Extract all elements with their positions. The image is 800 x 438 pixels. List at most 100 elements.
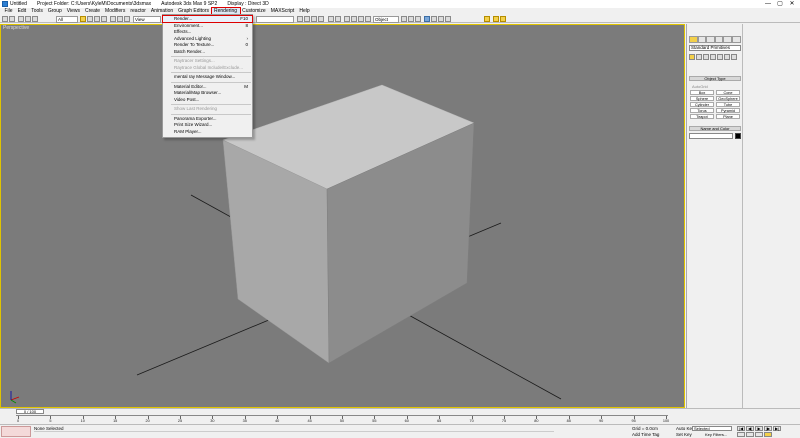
angle-snap-icon[interactable]: [304, 16, 310, 22]
time-slider[interactable]: 0 / 100: [16, 409, 44, 414]
select-scale-icon[interactable]: [124, 16, 130, 22]
menu-item-material-editor[interactable]: Material Editor... M: [163, 84, 252, 90]
xy-plane-icon[interactable]: [493, 16, 499, 22]
geosphere-button[interactable]: GeoSphere: [716, 96, 740, 101]
plane-button[interactable]: Plane: [716, 114, 740, 119]
menu-item-show-last-rendering[interactable]: Show Last Rendering: [163, 106, 252, 112]
menu-item-ram-player[interactable]: RAM Player...: [163, 129, 252, 135]
unlink-icon[interactable]: [25, 16, 31, 22]
spinner-snap-icon[interactable]: [318, 16, 324, 22]
menu-item-video-post[interactable]: Video Post...: [163, 97, 252, 103]
menu-item-print-size-wizard[interactable]: Print Size Wizard...: [163, 122, 252, 128]
modify-tab-icon[interactable]: [697, 36, 707, 43]
menu-item-render[interactable]: Render... F10: [162, 15, 253, 23]
redo-icon[interactable]: [9, 16, 15, 22]
menu-item-render-to-texture[interactable]: Render To Texture... 0: [163, 42, 252, 48]
menu-tools[interactable]: Tools: [29, 8, 46, 15]
motion-tab-icon[interactable]: [714, 36, 724, 43]
schematic-view-icon[interactable]: [358, 16, 364, 22]
shapes-icon[interactable]: [696, 54, 702, 60]
zoom-icon[interactable]: [737, 432, 745, 437]
menu-item-raytrace-global-include-exclude[interactable]: Raytrace Global Include/Exclude...: [163, 65, 252, 71]
select-by-name-icon[interactable]: [87, 16, 93, 22]
menu-item-mental-ray-message-window[interactable]: mental ray Message Window...: [163, 74, 252, 80]
menu-modifiers[interactable]: Modifiers: [103, 8, 128, 15]
key-selection-dropdown[interactable]: Selected: [692, 425, 732, 431]
geometry-icon[interactable]: [689, 54, 695, 60]
name-and-color-rollout-title[interactable]: Name and Color: [689, 126, 741, 131]
menu-item-batch-render[interactable]: Batch Render...: [163, 49, 252, 55]
lights-icon[interactable]: [703, 54, 709, 60]
track-bar[interactable]: 0 5 10 15 20 25 30 35 40 45 50 55 60 65 70 75 80 85 90 95 10…: [16, 415, 669, 424]
render-type-icon[interactable]: [424, 16, 430, 22]
autogrid-checkbox[interactable]: AutoGrid: [692, 84, 708, 89]
systems-icon[interactable]: [731, 54, 737, 60]
reference-coordinate-dropdown[interactable]: View: [133, 15, 161, 23]
maximize-viewport-icon[interactable]: [764, 432, 772, 437]
helpers-icon[interactable]: [717, 54, 723, 60]
cylinder-button[interactable]: Cylinder: [690, 102, 714, 107]
menu-item-panorama-exporter[interactable]: Panorama Exporter...: [163, 116, 252, 122]
quick-render-icon[interactable]: [415, 16, 421, 22]
menu-file[interactable]: File: [2, 8, 15, 15]
menu-item-raytracer-settings[interactable]: Raytracer Settings...: [163, 58, 252, 64]
object-color-swatch[interactable]: [735, 133, 741, 139]
layer-manager-icon[interactable]: [344, 16, 350, 22]
mirror-icon[interactable]: [328, 16, 334, 22]
select-object-icon[interactable]: [80, 16, 86, 22]
render-frame-icon[interactable]: [408, 16, 414, 22]
zoom-all-icon[interactable]: [746, 432, 754, 437]
select-rotate-icon[interactable]: [117, 16, 123, 22]
go-to-end-button[interactable]: ▶|: [773, 426, 781, 431]
object-category-dropdown[interactable]: Standard Primitives: [689, 45, 741, 51]
minimize-button[interactable]: —: [762, 0, 774, 8]
menu-item-effects[interactable]: Effects...: [163, 29, 252, 35]
maximize-button[interactable]: ▢: [774, 0, 786, 8]
create-tab-icon[interactable]: [689, 36, 698, 43]
box-button[interactable]: Box: [690, 90, 714, 95]
xy-axis-constraint-icon[interactable]: [484, 16, 490, 22]
environment-icon[interactable]: [438, 16, 444, 22]
percent-snap-icon[interactable]: [311, 16, 317, 22]
render-setup-icon[interactable]: [401, 16, 407, 22]
menu-item-material-map-browser[interactable]: Material/Map Browser...: [163, 90, 252, 96]
pyramid-button[interactable]: Pyramid: [716, 108, 740, 113]
effects-icon[interactable]: [445, 16, 451, 22]
go-to-start-button[interactable]: |◀: [737, 426, 745, 431]
rectangle-selection-icon[interactable]: [94, 16, 100, 22]
teapot-button[interactable]: Teapot: [690, 114, 714, 119]
menu-views[interactable]: Views: [64, 8, 82, 15]
space-warps-icon[interactable]: [724, 54, 730, 60]
curve-editor-icon[interactable]: [351, 16, 357, 22]
display-tab-icon[interactable]: [723, 36, 732, 43]
menu-group[interactable]: Group: [45, 8, 64, 15]
menu-edit[interactable]: Edit: [15, 8, 29, 15]
select-link-icon[interactable]: [18, 16, 24, 22]
selection-filter-dropdown[interactable]: All: [56, 15, 78, 23]
pivot-dropdown[interactable]: Object: [373, 15, 399, 23]
bind-space-warp-icon[interactable]: [32, 16, 38, 22]
utilities-tab-icon[interactable]: [731, 36, 741, 43]
snap-toggle-icon[interactable]: [297, 16, 303, 22]
material-editor-icon[interactable]: [365, 16, 371, 22]
cameras-icon[interactable]: [710, 54, 716, 60]
menu-item-advanced-lighting[interactable]: Advanced Lighting ›: [163, 36, 252, 42]
active-shade-icon[interactable]: [431, 16, 437, 22]
object-name-field[interactable]: [689, 133, 733, 139]
object-type-rollout-title[interactable]: Object Type: [689, 76, 741, 81]
add-time-tag[interactable]: Add Time Tag: [632, 432, 659, 437]
align-icon[interactable]: [335, 16, 341, 22]
named-selection-dropdown[interactable]: [256, 15, 294, 23]
tube-button[interactable]: Tube: [716, 102, 740, 107]
close-button[interactable]: ✕: [786, 0, 798, 8]
sphere-button[interactable]: Sphere: [690, 96, 714, 101]
perspective-viewport[interactable]: Perspective: [0, 24, 685, 408]
menu-create[interactable]: Create: [83, 8, 103, 15]
hierarchy-tab-icon[interactable]: [706, 36, 715, 43]
pan-icon[interactable]: [755, 432, 763, 437]
maxscript-listener[interactable]: [1, 426, 31, 437]
axis-constraint-toolbar-icon[interactable]: [500, 16, 506, 22]
menu-maxscript[interactable]: MAXScript: [268, 8, 297, 15]
set-key-button[interactable]: Set Key: [676, 432, 692, 437]
play-button[interactable]: ▶: [755, 426, 763, 431]
